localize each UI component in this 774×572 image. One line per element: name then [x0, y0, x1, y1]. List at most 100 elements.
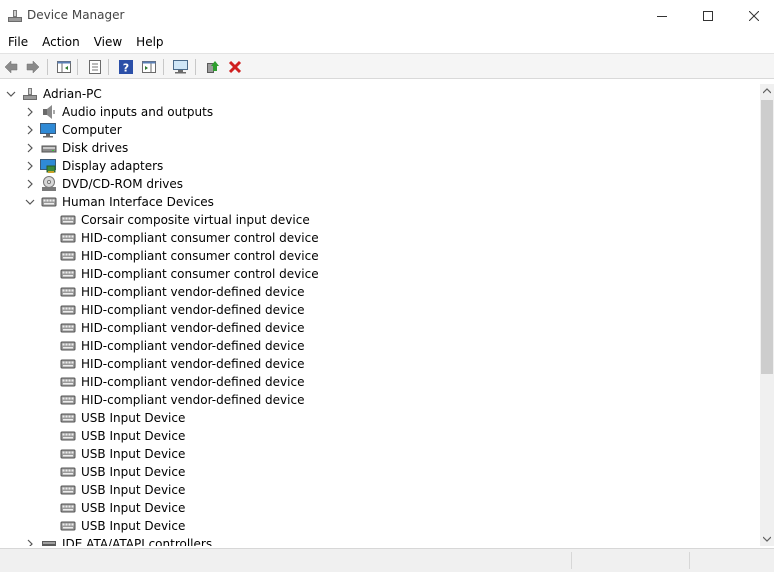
tree-device-item[interactable]: HID-compliant vendor-defined device — [0, 319, 760, 337]
tree-device-label: HID-compliant consumer control device — [81, 267, 319, 281]
window-title: Device Manager — [27, 8, 125, 22]
menu-view[interactable]: View — [87, 32, 129, 52]
tree-device-item[interactable]: HID-compliant vendor-defined device — [0, 391, 760, 409]
tree-device-item[interactable]: HID-compliant vendor-defined device — [0, 337, 760, 355]
tree-device-label: HID-compliant vendor-defined device — [81, 375, 305, 389]
back-button[interactable] — [1, 57, 21, 77]
tree-device-item[interactable]: USB Input Device — [0, 463, 760, 481]
show-hide-console-tree-icon — [57, 61, 71, 73]
minimize-button[interactable] — [639, 0, 685, 31]
collapse-arrow-icon[interactable] — [6, 89, 16, 99]
scan-hardware-button[interactable] — [171, 57, 191, 77]
tree-device-item[interactable]: USB Input Device — [0, 499, 760, 517]
status-pane — [689, 552, 690, 569]
tree-device-label: HID-compliant vendor-defined device — [81, 393, 305, 407]
tree-category-human-interface-devices[interactable]: Human Interface Devices — [0, 193, 760, 211]
uninstall-device-icon — [228, 60, 242, 74]
hid-device-icon — [60, 521, 76, 531]
close-button[interactable] — [731, 0, 774, 31]
tree-device-item[interactable]: HID-compliant vendor-defined device — [0, 283, 760, 301]
maximize-button[interactable] — [685, 0, 731, 31]
tree-device-label: USB Input Device — [81, 429, 186, 443]
tree-category-audio[interactable]: Audio inputs and outputs — [0, 103, 760, 121]
menu-file[interactable]: File — [0, 32, 35, 52]
expand-arrow-icon[interactable] — [25, 107, 35, 117]
expand-arrow-icon[interactable] — [25, 539, 35, 546]
title-bar[interactable]: Device Manager — [0, 0, 774, 31]
scroll-down-button[interactable] — [760, 532, 774, 546]
tree-device-label: Corsair composite virtual input device — [81, 213, 310, 227]
tree-root-node[interactable]: Adrian-PC — [0, 85, 760, 103]
help-button[interactable]: ? — [116, 57, 136, 77]
hid-device-icon — [60, 269, 76, 279]
device-tree[interactable]: Adrian-PC Audio inputs and outputs Compu… — [0, 84, 760, 546]
collapse-arrow-icon[interactable] — [25, 197, 35, 207]
show-hide-console-tree-button[interactable] — [54, 57, 74, 77]
computer-root-icon — [23, 88, 37, 100]
toolbar-separator — [108, 59, 109, 75]
status-bar — [0, 548, 774, 572]
properties-button[interactable] — [85, 57, 105, 77]
tree-category-display-adapters[interactable]: Display adapters — [0, 157, 760, 175]
scrollbar-thumb[interactable] — [761, 100, 773, 374]
update-driver-button[interactable] — [202, 57, 222, 77]
properties-icon — [89, 60, 101, 74]
hid-device-icon — [60, 503, 76, 513]
tree-device-label: HID-compliant vendor-defined device — [81, 321, 305, 335]
tree-device-item[interactable]: USB Input Device — [0, 409, 760, 427]
tree-device-label: HID-compliant vendor-defined device — [81, 357, 305, 371]
tree-device-item[interactable]: HID-compliant consumer control device — [0, 247, 760, 265]
tree-device-item[interactable]: HID-compliant consumer control device — [0, 265, 760, 283]
tree-device-item[interactable]: Corsair composite virtual input device — [0, 211, 760, 229]
tree-category-disk-drives[interactable]: Disk drives — [0, 139, 760, 157]
status-pane — [571, 552, 572, 569]
tree-category-ide-ata-atapi[interactable]: IDE ATA/ATAPI controllers — [0, 535, 760, 546]
tree-device-item[interactable]: USB Input Device — [0, 427, 760, 445]
tree-category-computer[interactable]: Computer — [0, 121, 760, 139]
minimize-icon — [657, 15, 667, 17]
device-manager-window: Device Manager File Action View Help ? A… — [0, 0, 774, 572]
hid-device-icon — [60, 251, 76, 261]
tree-category-dvd-cd-rom[interactable]: DVD/CD-ROM drives — [0, 175, 760, 193]
expand-arrow-icon[interactable] — [25, 179, 35, 189]
vertical-scrollbar[interactable] — [760, 84, 774, 546]
ide-controller-icon — [42, 541, 56, 546]
hid-icon — [41, 197, 57, 207]
tree-device-item[interactable]: HID-compliant vendor-defined device — [0, 355, 760, 373]
tree-category-label: Display adapters — [62, 159, 164, 173]
close-icon — [749, 10, 759, 21]
show-action-pane-button[interactable] — [139, 57, 159, 77]
hid-device-icon — [60, 287, 76, 297]
hid-device-icon — [60, 485, 76, 495]
forward-button[interactable] — [23, 57, 43, 77]
tree-device-item[interactable]: USB Input Device — [0, 445, 760, 463]
tree-device-item[interactable]: USB Input Device — [0, 481, 760, 499]
forward-icon — [26, 60, 40, 74]
tree-device-item[interactable]: HID-compliant consumer control device — [0, 229, 760, 247]
tree-device-item[interactable]: USB Input Device — [0, 517, 760, 535]
toolbar-separator — [47, 59, 48, 75]
uninstall-device-button[interactable] — [225, 57, 245, 77]
tree-device-item[interactable]: HID-compliant vendor-defined device — [0, 301, 760, 319]
tree-root-label: Adrian-PC — [43, 87, 102, 101]
scroll-down-icon — [763, 536, 771, 542]
hid-device-icon — [60, 233, 76, 243]
scroll-up-button[interactable] — [760, 84, 774, 98]
hid-device-icon — [60, 395, 76, 405]
monitor-icon — [40, 123, 56, 138]
help-icon: ? — [119, 60, 133, 75]
back-icon — [4, 60, 18, 74]
tree-device-label: USB Input Device — [81, 465, 186, 479]
expand-arrow-icon[interactable] — [25, 125, 35, 135]
menu-help[interactable]: Help — [129, 32, 170, 52]
show-action-pane-icon — [142, 61, 156, 73]
optical-drive-icon — [42, 176, 56, 191]
menu-action[interactable]: Action — [35, 32, 87, 52]
tree-device-item[interactable]: HID-compliant vendor-defined device — [0, 373, 760, 391]
tree-device-label: HID-compliant vendor-defined device — [81, 303, 305, 317]
tree-category-label: Disk drives — [62, 141, 129, 155]
update-driver-icon — [207, 61, 219, 73]
expand-arrow-icon[interactable] — [25, 143, 35, 153]
tree-device-label: HID-compliant vendor-defined device — [81, 285, 305, 299]
expand-arrow-icon[interactable] — [25, 161, 35, 171]
